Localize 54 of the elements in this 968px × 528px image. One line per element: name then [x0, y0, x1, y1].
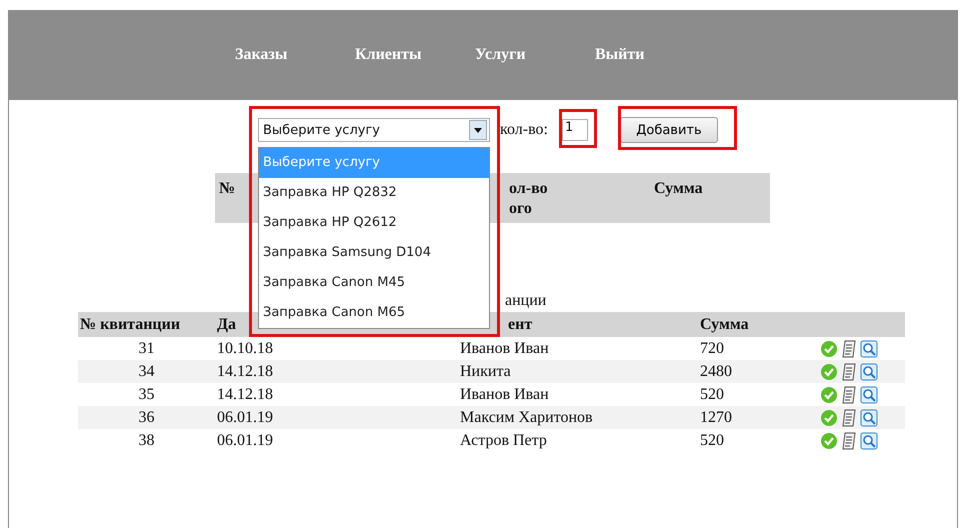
table-cell-text: Никита — [459, 362, 512, 380]
table-cell-text: 10.10.18 — [216, 340, 274, 358]
column-header: ент — [508, 316, 532, 334]
column-header: ол-во ого — [509, 179, 548, 219]
quantity-field[interactable]: 1 — [562, 119, 588, 141]
column-header: № — [219, 179, 236, 199]
table-cell-text: 1270 — [699, 408, 733, 426]
quantity-label: кол-во: — [500, 121, 548, 139]
column-header: Сумма — [700, 316, 749, 334]
add-button[interactable]: Добавить — [620, 117, 718, 143]
search-icon[interactable] — [860, 386, 878, 404]
dropdown-option[interactable]: Заправка Canon M65 — [259, 298, 489, 328]
table-cell-text: 36 — [138, 408, 156, 426]
document-icon[interactable] — [841, 408, 857, 426]
table-cell-text: 34 — [138, 362, 156, 380]
document-icon[interactable] — [841, 432, 857, 450]
search-icon[interactable] — [860, 362, 878, 380]
document-icon[interactable] — [841, 340, 857, 358]
table-cell-text: Астров Петр — [459, 432, 548, 450]
dropdown-option[interactable]: Заправка Canon M45 — [259, 268, 489, 298]
column-header: Сумма — [654, 179, 703, 199]
search-icon[interactable] — [860, 432, 878, 450]
highlight-frame — [559, 109, 597, 148]
search-icon[interactable] — [860, 408, 878, 426]
table-cell-text: Иванов Иван — [459, 386, 550, 404]
table-cell-text: 14.12.18 — [216, 362, 274, 380]
dropdown-option[interactable]: Заправка HP Q2612 — [259, 208, 489, 238]
table-cell-text: 720 — [699, 340, 725, 358]
check-icon[interactable] — [820, 408, 838, 426]
search-icon[interactable] — [860, 340, 878, 358]
caret-icon — [469, 120, 487, 140]
check-icon[interactable] — [820, 432, 838, 450]
table-cell-text: 2480 — [699, 362, 733, 380]
check-icon[interactable] — [820, 362, 838, 380]
column-header: № квитанции — [80, 316, 180, 334]
table-cell-text: 14.12.18 — [216, 386, 274, 404]
table-cell-text: 06.01.19 — [216, 432, 274, 450]
section-title: анции — [505, 291, 548, 311]
check-icon[interactable] — [820, 340, 838, 358]
document-icon[interactable] — [841, 386, 857, 404]
document-icon[interactable] — [841, 362, 857, 380]
table-cell-text: 38 — [138, 432, 156, 450]
table-cell-text: 520 — [699, 432, 725, 450]
dropdown-option[interactable]: Заправка HP Q2832 — [259, 178, 489, 208]
table-cell-text: 31 — [138, 340, 156, 358]
table-cell-text: 06.01.19 — [216, 408, 274, 426]
table-cell-text: 35 — [138, 386, 156, 404]
service-select[interactable]: Выберите услугу — [258, 118, 490, 142]
table-cell-text: Максим Харитонов — [459, 408, 594, 426]
table-cell-text: 520 — [699, 386, 725, 404]
table-cell-text: Иванов Иван — [459, 340, 550, 358]
column-header: Да — [217, 316, 236, 334]
check-icon[interactable] — [820, 386, 838, 404]
dropdown-option[interactable]: Заправка Samsung D104 — [259, 238, 489, 268]
